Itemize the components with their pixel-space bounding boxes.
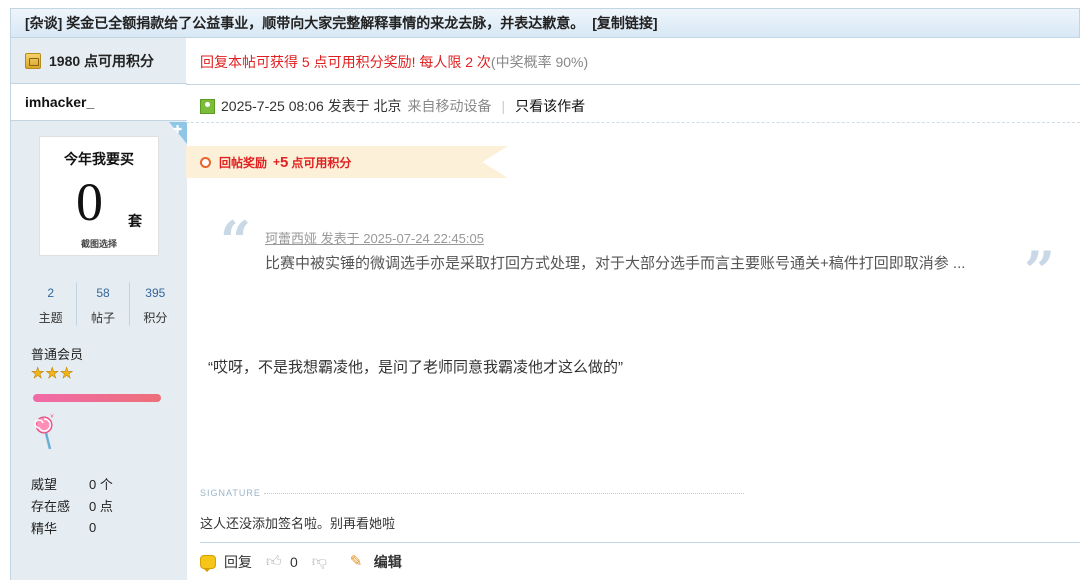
quote-close-icon: ” [1024, 239, 1056, 303]
stat-posts[interactable]: 58 帖子 [77, 282, 130, 326]
edit-label[interactable]: 编辑 [374, 552, 402, 572]
divider [200, 542, 1080, 543]
stat-credits[interactable]: 395 积分 [130, 282, 181, 326]
bonus-label: 回帖奖励 [219, 155, 268, 170]
signature-text: 这人还没添加签名啦。别再看她啦 [200, 516, 396, 531]
star-icon: ★ [59, 365, 74, 382]
like-count: 0 [290, 554, 298, 570]
stat-threads[interactable]: 2 主题 [25, 282, 78, 326]
author-stats: 2 主题 58 帖子 395 积分 [25, 282, 181, 326]
stat-label: 主题 [38, 311, 63, 325]
rank-stars: ★ ★ ★ [31, 365, 74, 382]
stat-label: 积分 [143, 311, 168, 325]
info-key: 精华 [31, 520, 58, 536]
edit-button[interactable]: ✎ 编辑 [350, 552, 402, 572]
pencil-icon: ✎ [349, 553, 363, 570]
bonus-amount: 5 [280, 153, 289, 171]
post-meta: 2025-7-25 08:06 发表于 北京 来自移动设备 | 只看该作者 [200, 96, 585, 116]
info-value: 0 个 [89, 476, 113, 492]
info-value: 0 [89, 519, 97, 535]
post-main: 回复本帖可获得 5 点可用积分奖励! 每人限 2 次(中奖概率 90%) 202… [186, 38, 1080, 580]
quote-header-link[interactable]: 珂蕾西娅 发表于 2025-07-24 22:45:05 [265, 228, 484, 247]
divider [186, 122, 1080, 123]
stat-value[interactable]: 395 [130, 286, 181, 300]
author-info-list: 威望 0 个 存在感 0 点 精华 0 [31, 472, 113, 538]
rank-progress-fill [33, 394, 161, 402]
bonus-circle-icon [200, 156, 211, 168]
info-key: 存在感 [31, 498, 71, 514]
info-key: 威望 [31, 476, 58, 492]
post-actions: 回复 👍︎ 0 👎︎ ✎ 编辑 [200, 552, 416, 572]
dislike-button[interactable]: 👎︎ [312, 554, 336, 570]
bonus-plus: + [273, 155, 281, 169]
author-username[interactable]: imhacker_ [11, 84, 187, 121]
thread-title: [杂谈] 奖金已全额捐款给了公益事业，顺带向大家完整解释事情的来龙去脉，并表达歉… [25, 15, 585, 31]
info-row: 威望 0 个 [31, 472, 113, 494]
signature-label: SIGNATURE [200, 488, 261, 498]
points-text: 1980 点可用积分 [49, 52, 155, 69]
quote-body: 比赛中被实锤的微调选手亦是采取打回方式处理，对于大部分选手而言主要账号通关+稿件… [265, 255, 966, 272]
points-icon [25, 52, 41, 69]
stat-label: 帖子 [90, 311, 115, 325]
avatar-title: 今年我要买 [64, 151, 134, 167]
avatar-number: 0 [76, 172, 103, 232]
divider [186, 84, 1080, 85]
reply-bonus-ribbon: 回帖奖励 + 5 点可用积分 [186, 146, 508, 178]
signature-divider [264, 493, 744, 494]
thumbs-up-icon[interactable]: 👍︎ [266, 554, 282, 570]
post-time: 2025-7-25 08:06 发表于 北京 [221, 98, 402, 114]
reply-icon [200, 555, 216, 572]
bonus-unit: 点可用积分 [291, 155, 352, 170]
like-button[interactable]: 👍︎ 0 [266, 554, 298, 571]
stat-value[interactable]: 2 [25, 286, 76, 300]
thumbs-down-icon[interactable]: 👎︎ [312, 554, 328, 570]
avatar-caption: 截图选择 [80, 239, 117, 249]
author-sidebar: 1980 点可用积分 imhacker_ ✚ 今年我要买 0 套 截图选择 2 … [10, 38, 187, 580]
reply-reward-notice: 回复本帖可获得 5 点可用积分奖励! 每人限 2 次(中奖概率 90%) [200, 52, 588, 72]
online-user-icon [200, 98, 215, 114]
rank-progress-bar [33, 394, 161, 402]
username-text[interactable]: imhacker_ [25, 94, 94, 110]
reply-button[interactable]: 回复 [200, 552, 252, 572]
quote-open-icon: “ [220, 209, 252, 273]
stat-value[interactable]: 58 [77, 286, 128, 300]
avatar-unit: 套 [128, 213, 142, 229]
expand-icon[interactable]: ✚ [173, 124, 185, 136]
reward-probability: (中奖概率 90%) [490, 54, 589, 70]
thread-title-bar: [杂谈] 奖金已全额捐款给了公益事业，顺带向大家完整解释事情的来龙去脉，并表达歉… [10, 8, 1080, 38]
reply-label[interactable]: 回复 [224, 552, 252, 572]
copy-link-button[interactable]: [复制链接] [592, 13, 657, 33]
reward-text: 回复本帖可获得 5 点可用积分奖励! 每人限 2 次 [200, 54, 491, 70]
points-box: 1980 点可用积分 [11, 38, 187, 84]
star-icon: ★ [45, 365, 59, 382]
lollipop-medal-icon[interactable] [33, 412, 59, 452]
post-message: “哎呀，不是我想霸凌他，是问了老师同意我霸凌他才这么做的” [208, 359, 623, 376]
info-value: 0 点 [89, 498, 113, 514]
post-device: 来自移动设备 [407, 98, 492, 114]
user-group[interactable]: 普通会员 [31, 344, 83, 363]
info-row: 精华 0 [31, 516, 113, 538]
avatar[interactable]: 今年我要买 0 套 截图选择 [39, 136, 159, 256]
author-only-link[interactable]: 只看该作者 [515, 96, 585, 116]
author-profile: ✚ 今年我要买 0 套 截图选择 2 主题 58 帖子 395 积分 普通会员 … [11, 122, 187, 580]
info-row: 存在感 0 点 [31, 494, 113, 516]
separator: | [501, 98, 506, 114]
star-icon: ★ [31, 365, 45, 382]
